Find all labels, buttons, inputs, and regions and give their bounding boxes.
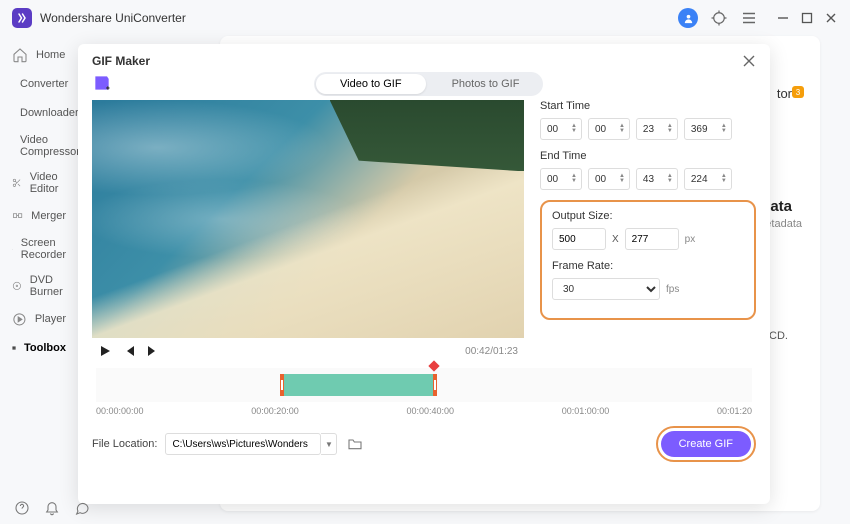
file-location-label: File Location:	[92, 438, 157, 450]
timeline[interactable]: 00:00:00:00 00:00:20:00 00:00:40:00 00:0…	[92, 368, 756, 416]
video-preview[interactable]	[92, 100, 524, 338]
support-icon[interactable]	[710, 9, 728, 27]
timeline-selection[interactable]	[280, 374, 437, 396]
sidebar-item-compressor[interactable]: Video Compressor	[0, 129, 78, 163]
add-media-button[interactable]	[92, 73, 114, 95]
home-icon	[12, 47, 28, 63]
bg-badge: 3	[792, 86, 804, 98]
sidebar-label: Downloader	[20, 107, 79, 119]
next-frame-button[interactable]	[146, 344, 160, 358]
merger-icon	[12, 208, 23, 224]
sidebar: Home Converter Downloader Video Compress…	[0, 36, 78, 492]
file-location-input[interactable]	[165, 433, 321, 455]
start-ms[interactable]: ▲▼	[684, 118, 732, 140]
play-button[interactable]	[98, 344, 112, 358]
chevron-down-icon: ▼	[571, 129, 577, 134]
file-location-dropdown[interactable]: ▼	[321, 433, 337, 455]
fps-unit: fps	[666, 284, 679, 295]
gif-maker-modal: GIF Maker Video to GIF Photos to GIF	[78, 44, 770, 504]
sidebar-label: Video Editor	[30, 171, 66, 195]
frame-rate-label: Frame Rate:	[552, 260, 744, 272]
size-x: X	[612, 234, 619, 245]
sidebar-item-downloader[interactable]: Downloader	[0, 100, 78, 126]
end-minutes[interactable]: ▲▼	[588, 168, 630, 190]
window-minimize[interactable]	[776, 11, 790, 25]
sidebar-label: Toolbox	[24, 342, 66, 354]
sidebar-label: Merger	[31, 210, 66, 222]
start-hours[interactable]: ▲▼	[540, 118, 582, 140]
feedback-icon[interactable]	[74, 500, 90, 516]
tab-video-to-gif[interactable]: Video to GIF	[316, 74, 426, 94]
help-icon[interactable]	[14, 500, 30, 516]
output-height-input[interactable]	[625, 228, 679, 250]
modal-title: GIF Maker	[92, 54, 150, 68]
sidebar-item-merger[interactable]: Merger	[0, 203, 78, 229]
start-minutes[interactable]: ▲▼	[588, 118, 630, 140]
output-settings-highlight: Output Size: X px Frame Rate: 30 fps	[540, 200, 756, 320]
sidebar-label: Player	[35, 313, 66, 325]
output-width-input[interactable]	[552, 228, 606, 250]
size-unit: px	[685, 234, 696, 245]
timeline-playhead[interactable]	[428, 360, 439, 371]
menu-icon[interactable]	[740, 9, 758, 27]
sidebar-item-toolbox[interactable]: Toolbox	[0, 335, 78, 361]
output-size-label: Output Size:	[552, 210, 744, 222]
titlebar: Wondershare UniConverter	[0, 0, 850, 36]
end-seconds[interactable]: ▲▼	[636, 168, 678, 190]
scissors-icon	[12, 175, 22, 191]
bg-text-tor: tor	[777, 86, 792, 101]
preview-time: 00:42/01:23	[465, 346, 518, 357]
start-time-label: Start Time	[540, 100, 756, 112]
sidebar-item-dvd[interactable]: DVD Burner	[0, 269, 78, 303]
window-maximize[interactable]	[800, 11, 814, 25]
sidebar-label: DVD Burner	[30, 274, 66, 298]
mode-segmented: Video to GIF Photos to GIF	[314, 72, 543, 96]
bg-text-cd: CD.	[769, 330, 788, 342]
toolbox-icon	[12, 340, 16, 356]
start-seconds[interactable]: ▲▼	[636, 118, 678, 140]
statusbar	[0, 492, 104, 524]
sidebar-item-converter[interactable]: Converter	[0, 71, 78, 97]
prev-frame-button[interactable]	[122, 344, 136, 358]
recorder-icon	[12, 241, 13, 257]
app-title: Wondershare UniConverter	[40, 11, 186, 25]
account-avatar[interactable]	[678, 8, 698, 28]
sidebar-item-home[interactable]: Home	[0, 42, 78, 68]
create-gif-button[interactable]: Create GIF	[661, 431, 751, 457]
timeline-ticks: 00:00:00:00 00:00:20:00 00:00:40:00 00:0…	[96, 406, 752, 416]
folder-icon[interactable]	[347, 436, 363, 452]
sidebar-label: Home	[36, 49, 65, 61]
sidebar-item-recorder[interactable]: Screen Recorder	[0, 232, 78, 266]
close-icon[interactable]	[742, 54, 756, 68]
bg-text-etadata: etadata	[765, 218, 802, 230]
bell-icon[interactable]	[44, 500, 60, 516]
disc-icon	[12, 278, 22, 294]
sidebar-label: Converter	[20, 78, 68, 90]
app-logo-icon	[12, 8, 32, 28]
sidebar-item-player[interactable]: Player	[0, 306, 78, 332]
end-time-label: End Time	[540, 150, 756, 162]
sidebar-label: Screen Recorder	[21, 237, 66, 261]
sidebar-item-editor[interactable]: Video Editor	[0, 166, 78, 200]
end-hours[interactable]: ▲▼	[540, 168, 582, 190]
tab-photos-to-gif[interactable]: Photos to GIF	[428, 72, 544, 96]
create-gif-highlight: Create GIF	[656, 426, 756, 462]
window-close[interactable]	[824, 11, 838, 25]
play-icon	[12, 311, 27, 327]
sidebar-label: Video Compressor	[20, 134, 80, 158]
frame-rate-select[interactable]: 30	[552, 278, 660, 300]
end-ms[interactable]: ▲▼	[684, 168, 732, 190]
